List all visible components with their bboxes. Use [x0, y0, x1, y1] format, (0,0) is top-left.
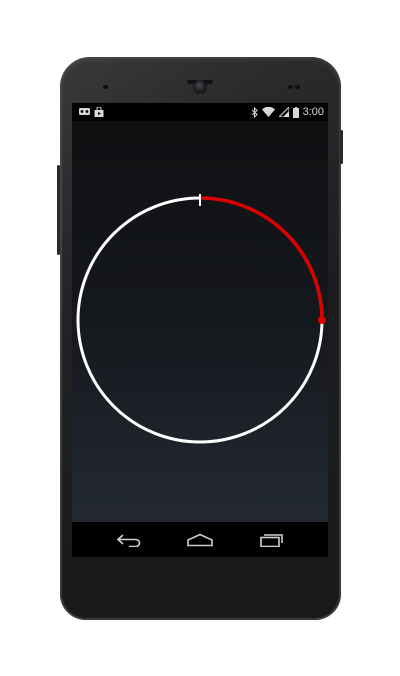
cell-signal-icon — [278, 107, 289, 117]
status-notifications — [79, 107, 104, 117]
back-icon — [116, 534, 141, 547]
proximity-sensor — [103, 85, 108, 89]
battery-icon — [292, 106, 299, 118]
wifi-icon — [261, 107, 275, 117]
recent-apps-icon — [260, 534, 283, 547]
screen: 3:00 — [72, 103, 328, 557]
light-sensor — [288, 85, 293, 89]
power-button — [340, 130, 343, 164]
timer-progress-arc — [199, 196, 324, 321]
status-bar: 3:00 — [72, 103, 328, 121]
status-time: 3:00 — [302, 106, 324, 118]
volume-button — [57, 165, 60, 255]
shopping-bag-icon — [94, 107, 104, 117]
recent-apps-button[interactable] — [251, 528, 291, 552]
timer-handle — [318, 316, 326, 324]
home-icon — [187, 533, 213, 547]
timer-app[interactable] — [72, 121, 328, 522]
front-camera — [193, 80, 207, 94]
light-sensor-2 — [295, 85, 300, 89]
status-indicators: 3:00 — [251, 105, 324, 119]
home-button[interactable] — [180, 528, 220, 552]
timer-dial[interactable] — [72, 121, 328, 522]
navigation-bar — [72, 522, 328, 557]
bluetooth-icon — [251, 106, 258, 118]
back-button[interactable] — [109, 528, 149, 552]
voicemail-icon — [79, 107, 90, 117]
